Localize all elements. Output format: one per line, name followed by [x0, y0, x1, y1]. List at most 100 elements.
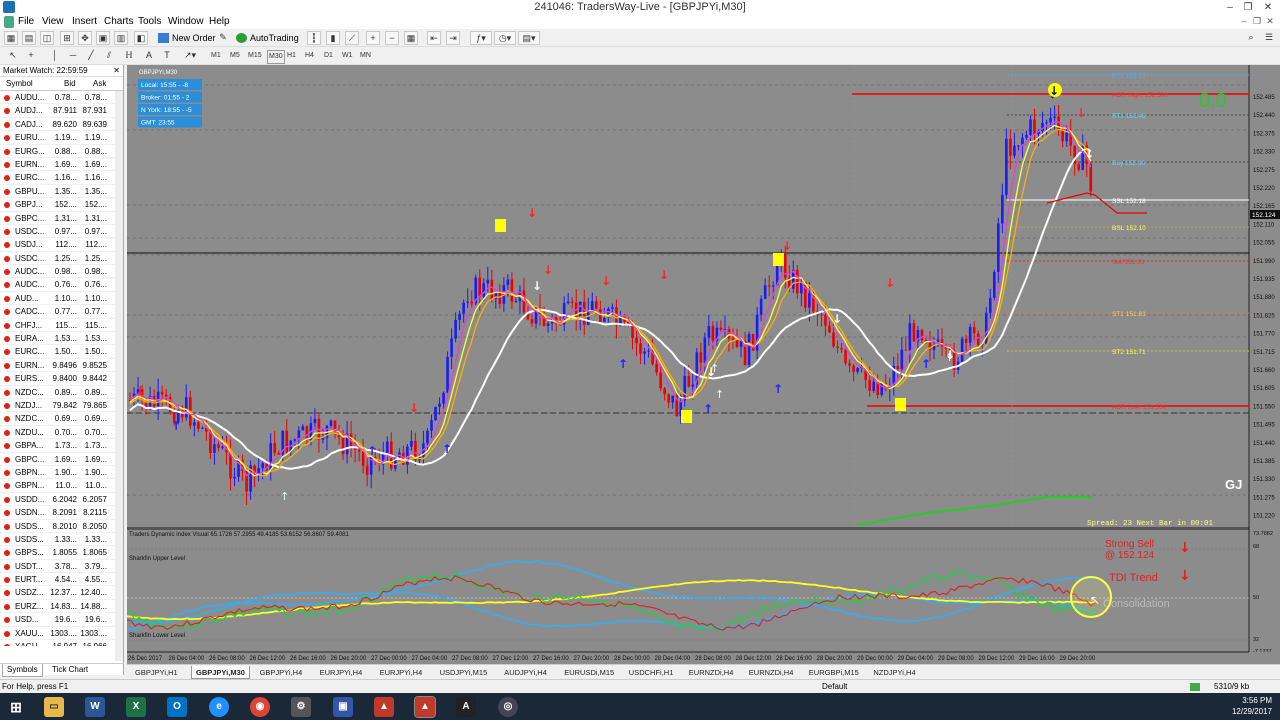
crosshair-icon[interactable]: + — [24, 49, 38, 63]
tab-tick-chart[interactable]: Tick Chart — [48, 664, 92, 676]
chart-tab[interactable]: EURJPYi,H4 — [316, 666, 367, 679]
chart-tab[interactable]: NZDJPYi,H4 — [869, 666, 919, 679]
market-watch-row[interactable]: EURN... 1.69... 1.69... — [0, 158, 123, 172]
col-ask[interactable]: Ask — [93, 77, 106, 91]
line-chart-icon[interactable]: ⟋ — [345, 31, 359, 45]
market-watch-row[interactable]: USDZ... 12.37... 12.40... — [0, 586, 123, 600]
market-watch-row[interactable]: XAGU... 16.947 16.966 — [0, 640, 123, 646]
market-watch-row[interactable]: GBPN... 1.90... 1.90... — [0, 466, 123, 480]
market-watch-row[interactable]: AUDC... 0.76... 0.76... — [0, 278, 123, 292]
ie-icon[interactable]: e — [209, 697, 229, 717]
metaeditor-icon[interactable]: ✎ — [216, 31, 230, 45]
market-watch-row[interactable]: EURN... 9.8496 9.8525 — [0, 359, 123, 373]
col-bid[interactable]: Bid — [64, 77, 76, 91]
tf-w1[interactable]: W1 — [342, 50, 353, 62]
windows-start-icon[interactable]: ⊞ — [6, 697, 26, 717]
mdi-restore-icon[interactable]: ❐ — [1251, 15, 1263, 28]
data-window-icon[interactable]: ⊞ — [60, 31, 74, 45]
market-watch-row[interactable]: AUDC... 0.98... 0.98... — [0, 265, 123, 279]
market-watch-row[interactable]: USDC... 0.97... 0.97... — [0, 225, 123, 239]
tf-h1[interactable]: H1 — [287, 50, 296, 62]
search-icon[interactable]: ⌕ — [1244, 31, 1258, 45]
market-watch-row[interactable]: GBPA... 1.73... 1.73... — [0, 439, 123, 453]
menu-file[interactable]: File — [18, 15, 34, 29]
cursor-icon[interactable]: ↖ — [6, 49, 20, 63]
market-watch-row[interactable]: EURG... 0.88... 0.88... — [0, 145, 123, 158]
templates-icon[interactable]: ▤▾ — [518, 31, 540, 45]
terminal-icon[interactable]: ▣ — [96, 31, 110, 45]
market-watch-row[interactable]: EURT... 4.54... 4.55... — [0, 573, 123, 587]
excel-icon[interactable]: X — [126, 697, 146, 717]
outlook-icon[interactable]: O — [167, 697, 187, 717]
file-explorer-icon[interactable]: ▭ — [44, 697, 64, 717]
media-icon[interactable]: ◎ — [498, 697, 518, 717]
settings-app-icon[interactable]: ⚙ — [291, 697, 311, 717]
chart-tab[interactable]: GBPJPYi,H1 — [131, 666, 182, 679]
chart-window[interactable]: BT2 152.57 ADR High: 152.508 BT1 152.45 Buy… — [127, 65, 1280, 665]
new-chart-icon[interactable]: ▦ — [4, 31, 18, 45]
market-watch-row[interactable]: EURS... 9.8400 9.8442 — [0, 372, 123, 386]
mt4-taskbar-icon[interactable]: ▲ — [414, 696, 436, 718]
market-watch-row[interactable]: NZDJ... 79.842 79.865 — [0, 399, 123, 413]
market-watch-row[interactable]: NZDC... 0.69... 0.69... — [0, 412, 123, 426]
mdi-minimize-icon[interactable]: – — [1238, 15, 1250, 28]
tf-m1[interactable]: M1 — [211, 50, 221, 62]
chart-tab[interactable]: EURUSDi,M15 — [560, 666, 618, 679]
tf-m5[interactable]: M5 — [230, 50, 240, 62]
word-icon[interactable]: W — [85, 697, 105, 717]
market-watch-row[interactable]: USDD... 6.2042 6.2057 — [0, 493, 123, 507]
chart-tab[interactable]: EURNZDi,H4 — [745, 666, 798, 679]
market-watch-row[interactable]: EURC... 1.16... 1.16... — [0, 171, 123, 185]
market-watch-row[interactable]: CHFJ... 115.... 115.... — [0, 319, 123, 333]
chart-shift-icon[interactable]: ⇤ — [427, 31, 441, 45]
menu-insert[interactable]: Insert — [72, 15, 97, 29]
col-symbol[interactable]: Symbol — [6, 77, 33, 91]
tf-h4[interactable]: H4 — [305, 50, 314, 62]
fibo-icon[interactable]: ℍ — [122, 49, 136, 63]
market-watch-row[interactable]: CADJ... 89.620 89.639 — [0, 118, 123, 132]
market-watch-row[interactable]: AUD... 1.10... 1.10... — [0, 292, 123, 306]
menu-view[interactable]: View — [42, 15, 64, 29]
market-watch-row[interactable]: EURZ... 14.83... 14.88... — [0, 600, 123, 614]
chart-tab[interactable]: EURGBPi,M15 — [805, 666, 863, 679]
maximize-icon[interactable]: ❐ — [1240, 0, 1256, 15]
zoom-out-icon[interactable]: − — [385, 31, 399, 45]
market-watch-row[interactable]: EURU... 1.19... 1.19... — [0, 131, 123, 145]
new-order-button[interactable]: New Order — [158, 31, 216, 45]
tf-mn[interactable]: MN — [360, 50, 371, 62]
market-watch-row[interactable]: GBPN... 11.0... 11.0... — [0, 479, 123, 493]
market-watch-row[interactable]: USDC... 1.25... 1.25... — [0, 252, 123, 266]
market-watch-row[interactable]: USDS... 8.2010 8.2050 — [0, 520, 123, 533]
chrome-icon[interactable]: ◉ — [250, 697, 270, 717]
zoom-in-icon[interactable]: + — [366, 31, 380, 45]
autotrading-button[interactable]: AutoTrading — [236, 31, 299, 45]
menu-charts[interactable]: Charts — [104, 15, 133, 29]
close-icon[interactable]: ✕ — [1260, 0, 1276, 15]
market-watch-row[interactable]: GBPU... 1.35... 1.35... — [0, 185, 123, 199]
market-watch-row[interactable]: GBPS... 1.8055 1.8065 — [0, 546, 123, 560]
community-icon[interactable]: ☰ — [1262, 31, 1276, 45]
tab-symbols[interactable]: Symbols — [2, 664, 43, 677]
market-watch-row[interactable]: USDN... 8.2091 8.2115 — [0, 506, 123, 520]
menu-window[interactable]: Window — [168, 15, 204, 29]
chart-tab[interactable]: EURNZDi,H4 — [685, 666, 738, 679]
indicators-icon[interactable]: ƒ▾ — [470, 31, 492, 45]
mdi-close-icon[interactable]: ✕ — [1264, 15, 1276, 28]
market-watch-close-icon[interactable]: ✕ — [113, 65, 120, 77]
market-watch-row[interactable]: NZDU... 0.70... 0.70... — [0, 426, 123, 440]
meta-editor-icon[interactable]: ◧ — [134, 31, 148, 45]
price-chart-canvas[interactable]: BT2 152.57 ADR High: 152.508 BT1 152.45 Buy… — [127, 65, 1280, 665]
chart-tab[interactable]: GBPJPYi,M30 — [191, 666, 250, 679]
chart-tab[interactable]: USDCHFi,H1 — [625, 666, 678, 679]
channel-icon[interactable]: ⫽ — [102, 49, 116, 63]
app-icon-red[interactable]: ▲ — [374, 697, 394, 717]
market-watch-row[interactable]: GBPC... 1.69... 1.69... — [0, 453, 123, 466]
market-watch-row[interactable]: AUDJ... 87.911 87.931 — [0, 104, 123, 118]
autoscroll-icon[interactable]: ⇥ — [446, 31, 460, 45]
market-watch-row[interactable]: XAUU... 1303.... 1303.... — [0, 627, 123, 641]
horizontal-line-icon[interactable]: ─ — [66, 49, 80, 63]
periods-icon[interactable]: ◷▾ — [494, 31, 516, 45]
arrows-icon[interactable]: ↗▾ — [180, 49, 200, 63]
tf-d1[interactable]: D1 — [324, 50, 333, 62]
tf-m30[interactable]: M30 — [267, 50, 285, 64]
